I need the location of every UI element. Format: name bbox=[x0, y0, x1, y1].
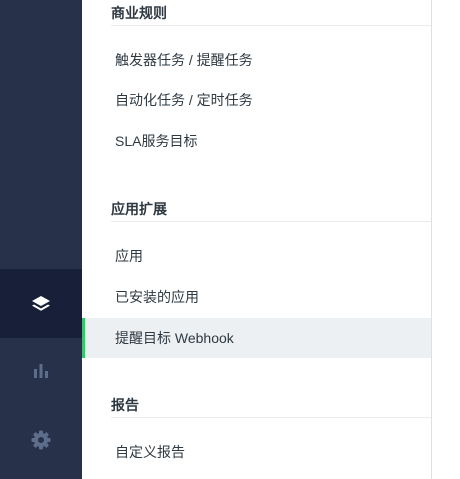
section-divider bbox=[111, 417, 431, 418]
section-title-app-extensions: 应用扩展 bbox=[111, 201, 167, 217]
nav-item-apps[interactable]: 应用 bbox=[82, 236, 431, 276]
nav-item-automations[interactable]: 自动化任务 / 定时任务 bbox=[82, 80, 431, 120]
admin-nav-panel: 商业规则 触发器任务 / 提醒任务 自动化任务 / 定时任务 SLA服务目标 应… bbox=[82, 0, 431, 479]
nav-item-triggers[interactable]: 触发器任务 / 提醒任务 bbox=[82, 40, 431, 80]
section-divider bbox=[111, 221, 431, 222]
nav-item-installed-apps[interactable]: 已安装的应用 bbox=[82, 277, 431, 317]
bar-chart-icon bbox=[34, 364, 48, 378]
gear-icon bbox=[31, 430, 51, 450]
section-divider bbox=[111, 25, 431, 26]
content-area bbox=[432, 0, 460, 479]
rail-item-admin[interactable] bbox=[0, 269, 82, 338]
rail-item-settings[interactable] bbox=[0, 420, 82, 460]
nav-item-sla-policies[interactable]: SLA服务目标 bbox=[82, 121, 431, 161]
layers-icon bbox=[32, 295, 50, 311]
section-title-reports: 报告 bbox=[111, 397, 139, 413]
nav-item-webhook-targets[interactable]: 提醒目标 Webhook bbox=[82, 318, 431, 358]
rail-item-reporting[interactable] bbox=[0, 350, 82, 390]
nav-item-custom-reports[interactable]: 自定义报告 bbox=[82, 432, 431, 472]
icon-rail bbox=[0, 0, 82, 479]
section-title-business-rules: 商业规则 bbox=[111, 5, 167, 21]
